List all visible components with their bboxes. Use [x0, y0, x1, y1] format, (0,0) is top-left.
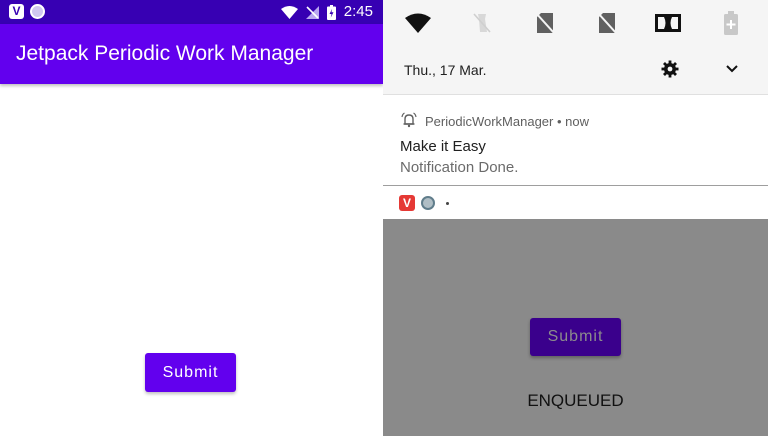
alarm-bell-icon	[401, 112, 417, 128]
notification-circle-icon	[30, 4, 45, 19]
chevron-down-icon[interactable]	[725, 62, 739, 76]
no-sim-icon[interactable]	[532, 10, 558, 36]
app-title: Jetpack Periodic Work Manager	[16, 42, 314, 65]
battery-saver-icon[interactable]	[718, 10, 744, 36]
status-bar-right: 2:45	[280, 3, 373, 21]
more-dot-icon	[446, 202, 449, 205]
date-label: Thu., 17 Mar.	[404, 62, 487, 78]
notification-app-name: PeriodicWorkManager • now	[425, 114, 589, 129]
notification-circle-icon	[421, 196, 435, 210]
work-status-text: ENQUEUED	[527, 391, 624, 410]
no-signal-icon	[305, 5, 319, 19]
submit-button[interactable]: Submit	[145, 353, 236, 392]
vivaldi-app-icon: V	[399, 195, 415, 211]
right-screen: Thu., 17 Mar. PeriodicWorkManager • now …	[383, 0, 768, 442]
flashlight-off-icon[interactable]	[469, 10, 495, 36]
vivaldi-app-icon: V	[9, 4, 24, 19]
dimmed-app-content: Submit ENQUEUED	[383, 219, 768, 436]
app-bar: Jetpack Periodic Work Manager	[0, 24, 383, 84]
status-bar: V 2:45	[0, 0, 383, 24]
status-time: 2:45	[343, 3, 373, 20]
quick-settings-panel: Thu., 17 Mar.	[383, 0, 768, 95]
minimized-notification-icons[interactable]: V	[383, 186, 768, 219]
dolby-icon[interactable]	[655, 10, 681, 36]
notification-card[interactable]: PeriodicWorkManager • now Make it Easy N…	[383, 95, 768, 186]
notification-title: Make it Easy	[400, 138, 486, 155]
submit-button[interactable]: Submit	[530, 318, 621, 356]
left-screen: V 2:45 Jetpack Periodic Work Manager Sub…	[0, 0, 383, 442]
no-sim-icon[interactable]	[594, 10, 620, 36]
wifi-icon[interactable]	[405, 10, 431, 36]
gear-icon[interactable]	[661, 60, 679, 78]
battery-charging-icon	[326, 4, 336, 20]
wifi-icon	[280, 5, 298, 19]
notification-text: Notification Done.	[400, 159, 519, 176]
